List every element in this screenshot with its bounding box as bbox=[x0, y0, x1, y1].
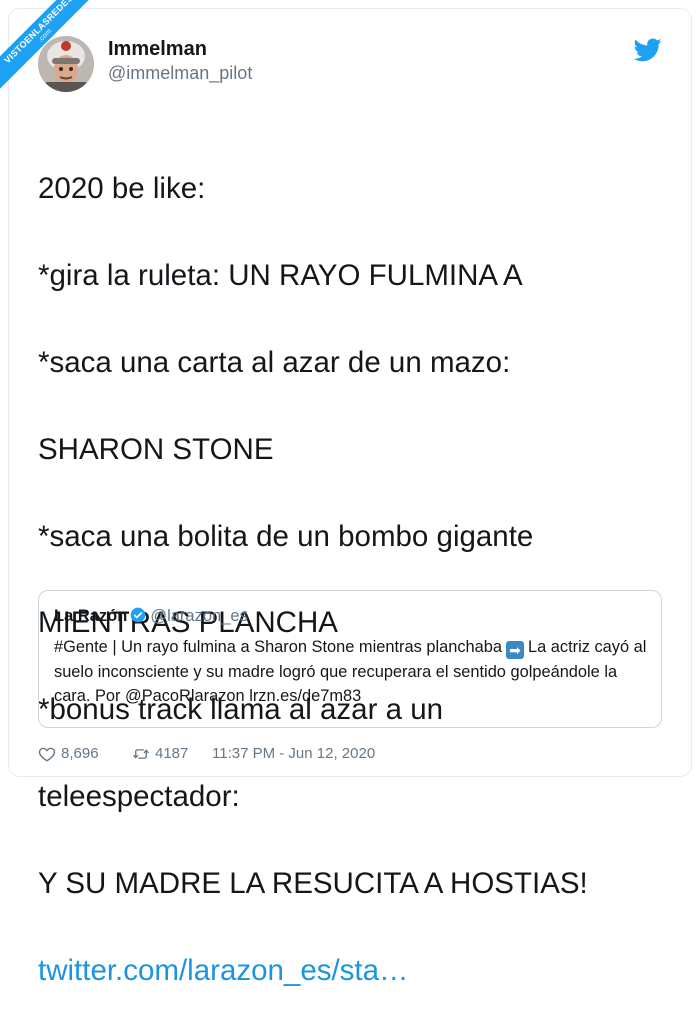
author-handle[interactable]: @immelman_pilot bbox=[108, 61, 252, 85]
quoted-author-name[interactable]: La Razón bbox=[54, 607, 127, 625]
like-action[interactable]: 8,696 bbox=[38, 743, 99, 765]
tweet-timestamp[interactable]: 11:37 PM - Jun 12, 2020 bbox=[212, 743, 375, 765]
quoted-author-handle[interactable]: @larazon_es bbox=[150, 607, 247, 625]
twitter-bird-icon[interactable] bbox=[634, 38, 662, 62]
tweet-line: *saca una carta al azar de un mazo: bbox=[38, 346, 511, 380]
author-info: Immelman @immelman_pilot bbox=[108, 37, 252, 85]
retweet-action[interactable]: 4187 bbox=[132, 743, 188, 765]
timestamp-text: 11:37 PM - Jun 12, 2020 bbox=[212, 745, 376, 762]
tweet-link[interactable]: twitter.com/larazon_es/sta… bbox=[38, 949, 670, 992]
tweet-line: *saca una bolita de un bombo gigante bbox=[38, 519, 534, 553]
avatar-image-icon bbox=[38, 36, 94, 92]
quoted-tweet-header: La Razón @larazon_es bbox=[54, 606, 248, 626]
tweet-text: 2020 be like: *gira la ruleta: UN RAYO F… bbox=[38, 124, 670, 1036]
like-count: 8,696 bbox=[61, 745, 99, 762]
quoted-tweet[interactable]: La Razón @larazon_es #Gente | Un rayo ful… bbox=[38, 590, 662, 728]
tweet-line: Y SU MADRE LA RESUCITA A HOSTIAS! bbox=[38, 866, 588, 900]
tweet-line: teleespectador: bbox=[38, 780, 240, 814]
tweet-line: 2020 be like: bbox=[38, 172, 206, 206]
heart-icon bbox=[38, 747, 56, 762]
tweet-line: *gira la ruleta: UN RAYO FULMINA A bbox=[38, 259, 523, 293]
retweet-icon bbox=[133, 749, 149, 759]
avatar[interactable] bbox=[38, 36, 94, 92]
quoted-tweet-text: #Gente | Un rayo fulmina a Sharon Stone … bbox=[54, 635, 649, 709]
tweet-line: SHARON STONE bbox=[38, 432, 274, 466]
retweet-count: 4187 bbox=[155, 745, 189, 762]
author-name[interactable]: Immelman bbox=[108, 37, 252, 61]
arrow-right-emoji: ➡ bbox=[505, 641, 524, 659]
tweet-header: Immelman @immelman_pilot bbox=[38, 36, 662, 96]
quoted-text-part: #Gente | Un rayo fulmina a Sharon Stone … bbox=[54, 638, 502, 656]
tweet-footer: 8,696 4187 11:37 PM - Jun 12, 2020 bbox=[38, 743, 670, 765]
verified-badge-icon bbox=[131, 607, 146, 623]
